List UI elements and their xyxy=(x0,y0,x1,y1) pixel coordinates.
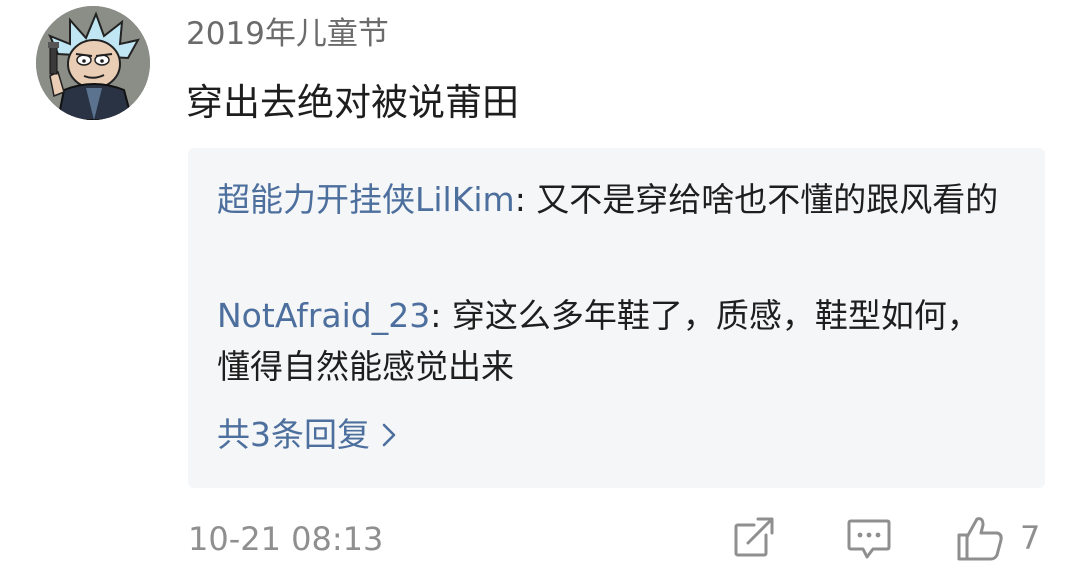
comment-card: 2019年儿童节 穿出去绝对被说莆田 超能力开挂侠LilKim: 又不是穿给啥也… xyxy=(0,0,1076,573)
view-all-replies-link[interactable]: 共3条回复 xyxy=(217,408,398,456)
share-icon xyxy=(734,517,774,557)
avatar-illustration xyxy=(36,6,150,120)
reply-button[interactable] xyxy=(845,513,893,563)
like-count: 7 xyxy=(1020,519,1041,557)
comment-body: 穿出去绝对被说莆田 xyxy=(186,81,519,124)
reply-separator: : xyxy=(514,180,537,219)
replies-panel: 超能力开挂侠LilKim: 又不是穿给啥也不懂的跟风看的 NotAfraid_2… xyxy=(188,148,1045,488)
chevron-right-icon xyxy=(380,419,398,454)
reply-author-link[interactable]: 超能力开挂侠LilKim xyxy=(217,180,515,219)
reply-separator: : xyxy=(430,296,452,335)
comment-timestamp: 10-21 08:13 xyxy=(188,520,384,558)
comment-icon xyxy=(847,519,891,559)
thumbs-up-icon xyxy=(957,517,1003,561)
view-all-replies-label: 共3条回复 xyxy=(217,415,370,454)
comment-username[interactable]: 2019年儿童节 xyxy=(186,8,389,53)
reply-author-link[interactable]: NotAfraid_23 xyxy=(217,296,430,335)
reply-item: NotAfraid_23: 穿这么多年鞋了，质感，鞋型如何，懂得自然能感觉出来 xyxy=(217,290,1007,392)
share-button[interactable] xyxy=(730,513,778,563)
reply-text: 又不是穿给啥也不懂的跟风看的 xyxy=(536,180,999,219)
avatar[interactable] xyxy=(36,6,150,120)
like-button[interactable]: 7 xyxy=(955,513,1050,563)
reply-item: 超能力开挂侠LilKim: 又不是穿给啥也不懂的跟风看的 xyxy=(217,174,1007,225)
